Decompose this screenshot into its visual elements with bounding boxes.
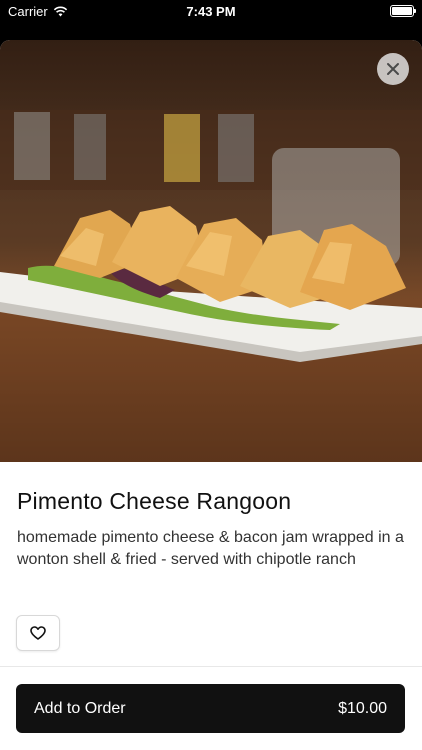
item-detail-sheet: Pimento Cheese Rangoon homemade pimento … [0, 40, 422, 750]
battery-icon [390, 5, 416, 17]
add-to-order-button[interactable]: Add to Order $10.00 [16, 684, 405, 733]
item-photo [0, 40, 422, 462]
add-to-order-label: Add to Order [34, 699, 126, 717]
close-icon [387, 63, 399, 75]
order-price: $10.00 [338, 699, 387, 717]
status-bar: Carrier 7:43 PM [0, 0, 422, 22]
favorite-button[interactable] [16, 615, 60, 651]
clock: 7:43 PM [186, 4, 236, 19]
item-title: Pimento Cheese Rangoon [17, 488, 292, 514]
item-details: Pimento Cheese Rangoon homemade pimento … [17, 488, 407, 571]
divider [0, 666, 422, 667]
food-illustration [0, 110, 422, 462]
item-description: homemade pimento cheese & bacon jam wrap… [17, 529, 404, 568]
close-button[interactable] [377, 53, 409, 85]
heart-icon [30, 626, 46, 640]
